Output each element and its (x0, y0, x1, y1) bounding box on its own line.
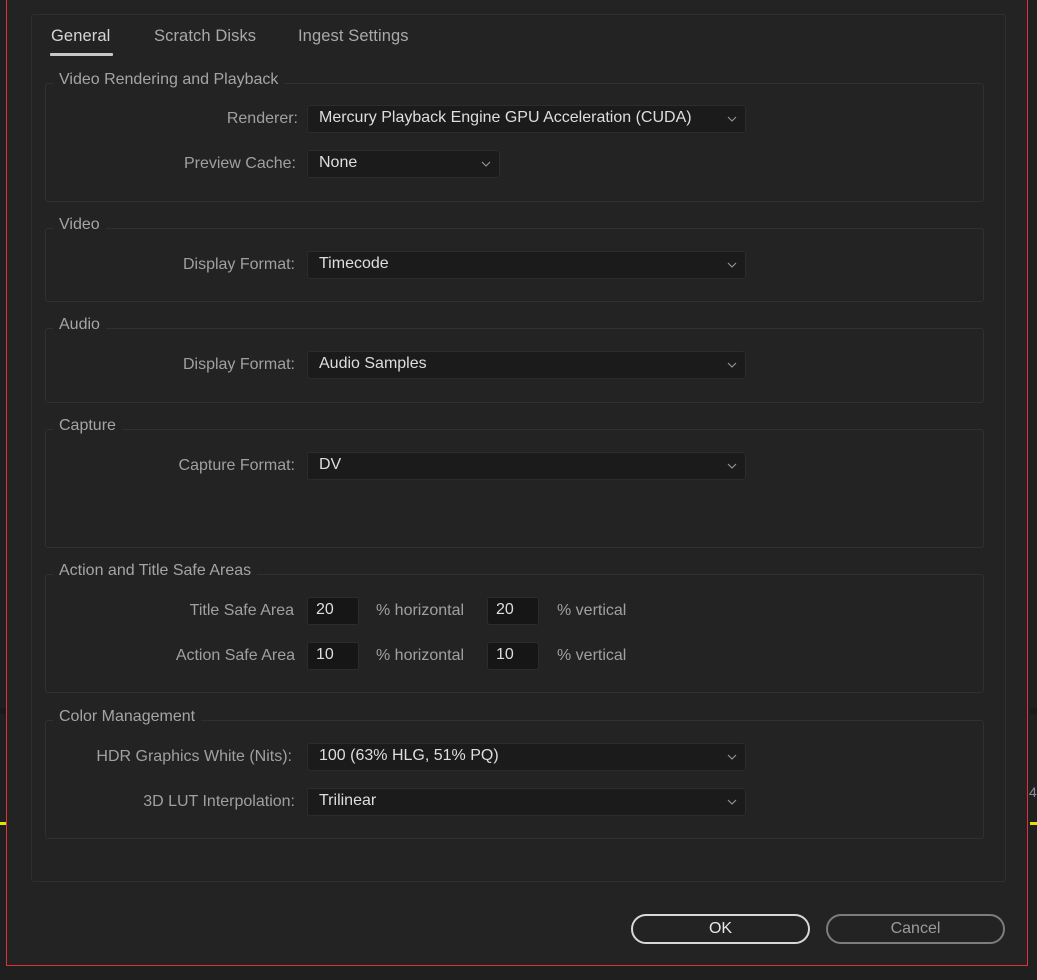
lut-interpolation-label: 3D LUT Interpolation: (143, 793, 295, 810)
group-color-management: Color Management (45, 708, 984, 839)
title-safe-vertical-unit: % vertical (557, 602, 627, 619)
title-safe-label: Title Safe Area (189, 602, 294, 619)
preview-cache-label: Preview Cache: (183, 155, 296, 172)
chevron-down-icon (727, 362, 737, 368)
action-safe-horizontal-input[interactable]: 10 (307, 642, 359, 670)
tab-scratch-disks[interactable]: Scratch Disks (154, 27, 256, 46)
background-panel-strip-right (1030, 708, 1037, 714)
group-video-rendering: Video Rendering and Playback (45, 71, 984, 202)
group-title: Video Rendering and Playback (53, 71, 285, 89)
lut-interpolation-dropdown[interactable]: Trilinear (307, 788, 746, 816)
video-display-format-dropdown[interactable]: Timecode (307, 251, 746, 279)
cancel-button[interactable]: Cancel (826, 914, 1005, 944)
video-display-format-label: Display Format: (182, 256, 295, 273)
group-title: Action and Title Safe Areas (53, 562, 258, 580)
chevron-down-icon (727, 116, 737, 122)
action-safe-vertical-unit: % vertical (557, 647, 627, 664)
group-title: Capture (53, 417, 122, 435)
audio-display-format-value: Audio Samples (319, 355, 427, 372)
group-title: Video (53, 216, 106, 234)
video-display-format-value: Timecode (319, 255, 389, 272)
timeline-playhead-marker-right (1030, 822, 1037, 825)
preview-cache-value: None (319, 154, 358, 171)
capture-format-label: Capture Format: (178, 457, 295, 474)
action-safe-vertical-input[interactable]: 10 (487, 642, 539, 670)
chevron-down-icon (727, 262, 737, 268)
action-safe-horizontal-unit: % horizontal (376, 647, 465, 664)
title-safe-vertical-input[interactable]: 20 (487, 597, 539, 625)
audio-display-format-dropdown[interactable]: Audio Samples (307, 351, 746, 379)
chevron-down-icon (727, 463, 737, 469)
action-safe-label: Action Safe Area (175, 647, 295, 664)
renderer-label: Renderer: (226, 110, 298, 127)
ok-button[interactable]: OK (631, 914, 810, 944)
hdr-white-label: HDR Graphics White (Nits): (96, 748, 292, 765)
renderer-value: Mercury Playback Engine GPU Acceleration… (319, 109, 692, 126)
chevron-down-icon (481, 161, 491, 167)
chevron-down-icon (727, 754, 737, 760)
group-safe-areas: Action and Title Safe Areas (45, 562, 984, 693)
capture-format-dropdown[interactable]: DV (307, 452, 746, 480)
group-title: Color Management (53, 708, 202, 726)
background-fragment-text: 4 (1029, 784, 1037, 800)
audio-display-format-label: Display Format: (182, 356, 295, 373)
renderer-dropdown[interactable]: Mercury Playback Engine GPU Acceleration… (307, 105, 746, 133)
tab-general[interactable]: General (49, 27, 114, 56)
hdr-white-value: 100 (63% HLG, 51% PQ) (319, 747, 499, 764)
chevron-down-icon (727, 799, 737, 805)
group-title: Audio (53, 316, 106, 334)
title-safe-horizontal-input[interactable]: 20 (307, 597, 359, 625)
group-capture: Capture (45, 417, 984, 548)
preview-cache-dropdown[interactable]: None (307, 150, 500, 178)
tab-ingest-settings[interactable]: Ingest Settings (298, 27, 409, 46)
hdr-white-dropdown[interactable]: 100 (63% HLG, 51% PQ) (307, 743, 746, 771)
lut-interpolation-value: Trilinear (319, 792, 377, 809)
capture-format-value: DV (319, 456, 342, 473)
title-safe-horizontal-unit: % horizontal (376, 602, 465, 619)
